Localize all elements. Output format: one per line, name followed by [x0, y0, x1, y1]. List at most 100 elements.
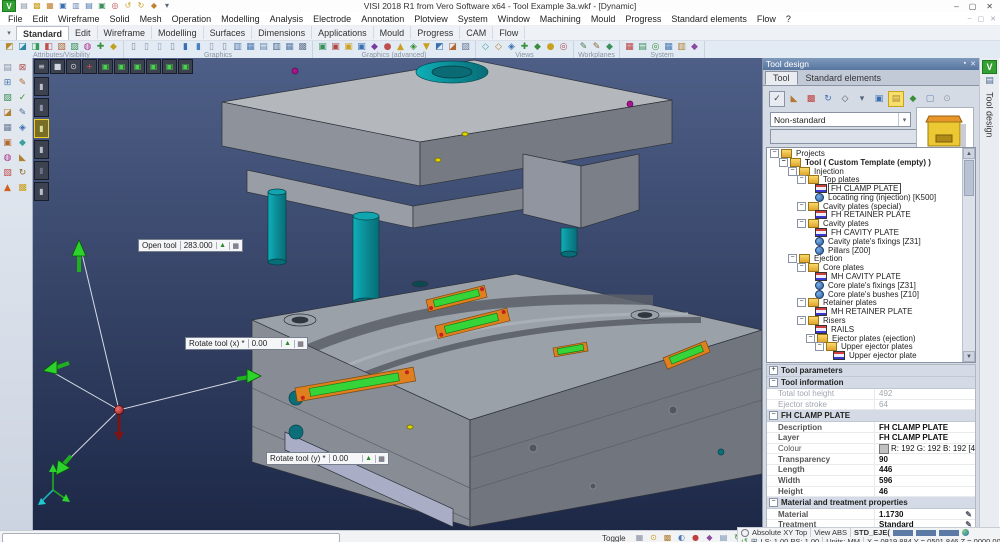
- globe-icon[interactable]: [962, 529, 969, 536]
- menu-progress[interactable]: Progress: [620, 14, 666, 24]
- tree-item-label[interactable]: Projects: [794, 149, 827, 158]
- quick-access-icon[interactable]: ↺: [122, 1, 134, 12]
- view-button[interactable]: ▣: [146, 59, 161, 74]
- toolbar-tab-mould[interactable]: Mould: [374, 26, 412, 39]
- tree-item[interactable]: MH CAVITY PLATE: [767, 272, 975, 281]
- menu-flow[interactable]: Flow: [752, 14, 781, 24]
- property-value[interactable]: 1.1730✎: [875, 510, 975, 519]
- toolbar-tab-surfaces[interactable]: Surfaces: [204, 26, 253, 39]
- ribbon-icon[interactable]: ▦: [244, 41, 257, 53]
- quick-access-icon[interactable]: ▤: [83, 1, 95, 12]
- layer-block[interactable]: [893, 530, 913, 536]
- sidebar-icon[interactable]: ◣: [15, 151, 30, 166]
- grid-icon[interactable]: ⊞: [751, 538, 758, 542]
- property-row[interactable]: ColourR: 192 G: 192 B: 192 [4]: [767, 444, 975, 455]
- ribbon-icon[interactable]: ◩: [433, 41, 446, 53]
- property-row[interactable]: Material1.1730✎: [767, 509, 975, 520]
- status-icon[interactable]: ▦: [634, 532, 645, 542]
- apply-icon[interactable]: ▲: [362, 455, 375, 462]
- tree-item-label[interactable]: Top plates: [821, 175, 861, 184]
- view-button[interactable]: ⊙: [66, 59, 81, 74]
- tree-item-label[interactable]: RAILS: [829, 325, 856, 334]
- ribbon-icon[interactable]: ▩: [296, 41, 309, 53]
- menu-?[interactable]: ?: [781, 14, 796, 24]
- property-value[interactable]: 492: [875, 389, 975, 398]
- save-icon[interactable]: ▣: [871, 91, 887, 107]
- tree-item[interactable]: FH CLAMP PLATE: [767, 184, 975, 193]
- ribbon-icon[interactable]: ◪: [446, 41, 459, 53]
- ribbon-icon[interactable]: ▯: [166, 41, 179, 53]
- tree-item[interactable]: − Risers: [767, 316, 975, 325]
- remove-icon[interactable]: ▩: [803, 91, 819, 107]
- sidebar-icon[interactable]: ▦: [0, 121, 15, 136]
- options-icon[interactable]: ▦: [229, 242, 242, 250]
- status-icon[interactable]: ◐: [676, 532, 687, 542]
- property-row[interactable]: DescriptionFH CLAMP PLATE: [767, 422, 975, 433]
- ribbon-icon[interactable]: ▦: [623, 41, 636, 53]
- options-icon[interactable]: ▦: [294, 340, 307, 348]
- view-mode[interactable]: View ABS: [814, 528, 847, 537]
- viewport-canvas[interactable]: [33, 58, 762, 530]
- property-value[interactable]: FH CLAMP PLATE: [875, 433, 975, 442]
- tree-item-label[interactable]: Locating ring (injection) [K500]: [826, 193, 938, 202]
- shading-button[interactable]: ▮: [34, 77, 49, 96]
- property-value[interactable]: 446: [875, 465, 975, 474]
- ribbon-icon[interactable]: ▣: [316, 41, 329, 53]
- tree-item[interactable]: −Ejection: [767, 255, 975, 264]
- scroll-up-icon[interactable]: ▲: [963, 148, 975, 159]
- tree-item-label[interactable]: Injection: [812, 167, 846, 176]
- ribbon-icon[interactable]: ▥: [231, 41, 244, 53]
- view-button[interactable]: +: [82, 59, 97, 74]
- tree-item-label[interactable]: FH CAVITY PLATE: [829, 228, 901, 237]
- menu-system[interactable]: System: [453, 14, 493, 24]
- view-button[interactable]: ▣: [178, 59, 193, 74]
- collapse-icon[interactable]: −: [779, 158, 788, 167]
- ribbon-icon[interactable]: ●: [544, 41, 557, 53]
- toggle-label[interactable]: Toggle: [602, 534, 626, 542]
- tree-item[interactable]: −Tool ( Custom Template (empty) ): [767, 158, 975, 167]
- collapse-icon[interactable]: −: [797, 316, 806, 325]
- collapse-icon[interactable]: −: [797, 263, 806, 272]
- rotate-y-value[interactable]: 0.00: [329, 454, 362, 463]
- ribbon-icon[interactable]: ▣: [329, 41, 342, 53]
- view-button[interactable]: ≡: [34, 59, 49, 74]
- scrollbar-thumb[interactable]: [964, 160, 974, 196]
- command-input[interactable]: [2, 533, 340, 542]
- quick-access-icon[interactable]: ▣: [96, 1, 108, 12]
- panel-tab-tool[interactable]: Tool: [765, 71, 798, 85]
- sidebar-icon[interactable]: ↻: [15, 166, 30, 181]
- tree-item[interactable]: FH RETAINER PLATE: [767, 211, 975, 220]
- menu-analysis[interactable]: Analysis: [265, 14, 309, 24]
- open-tool-field[interactable]: Open tool 283.000 ▲ ▦: [138, 239, 243, 252]
- tree-item-label[interactable]: Cavity plate's fixings [Z31]: [826, 237, 923, 246]
- ribbon-icon[interactable]: ◆: [107, 41, 120, 53]
- menu-modelling[interactable]: Modelling: [216, 14, 265, 24]
- doc-restore-button[interactable]: ▢: [978, 15, 985, 23]
- ribbon-icon[interactable]: ✚: [94, 41, 107, 53]
- tree-item-label[interactable]: MH CAVITY PLATE: [829, 272, 903, 281]
- maximize-button[interactable]: ▢: [969, 2, 977, 11]
- tree-item-label[interactable]: Upper ejector plate: [847, 351, 919, 360]
- toolbar-tab-flow[interactable]: Flow: [493, 26, 525, 39]
- ribbon-icon[interactable]: ▥: [270, 41, 283, 53]
- layer-block[interactable]: [939, 530, 959, 536]
- collapse-icon[interactable]: −: [770, 149, 779, 158]
- confirm-icon[interactable]: ✓: [769, 91, 785, 107]
- property-row[interactable]: Transparency90: [767, 454, 975, 465]
- panel-close-icon[interactable]: ✕: [970, 60, 976, 68]
- close-button[interactable]: ✕: [986, 2, 993, 11]
- property-value[interactable]: 596: [875, 476, 975, 485]
- ribbon-icon[interactable]: ▯: [153, 41, 166, 53]
- tree-item-label[interactable]: Ejection: [812, 254, 844, 263]
- viewport-3d[interactable]: ≡■⊙+▣▣▣▣▣▣ ▮▮▮▮▮▮ Open tool 283.000 ▲ ▦ …: [33, 58, 762, 530]
- tree-item[interactable]: Cavity plate's fixings [Z31]: [767, 237, 975, 246]
- status-icon[interactable]: ▩: [662, 532, 673, 542]
- dock-tab-tool-design[interactable]: Tool design: [985, 92, 995, 138]
- collapse-icon[interactable]: −: [806, 334, 815, 343]
- property-section-header[interactable]: −FH CLAMP PLATE: [767, 410, 975, 422]
- sidebar-icon[interactable]: ▩: [15, 181, 30, 196]
- active-layer[interactable]: STD_EJE(: [854, 528, 890, 537]
- tree-item[interactable]: −Top plates: [767, 175, 975, 184]
- tree-item-label[interactable]: Risers: [821, 316, 848, 325]
- open-tool-value[interactable]: 283.000: [180, 241, 216, 250]
